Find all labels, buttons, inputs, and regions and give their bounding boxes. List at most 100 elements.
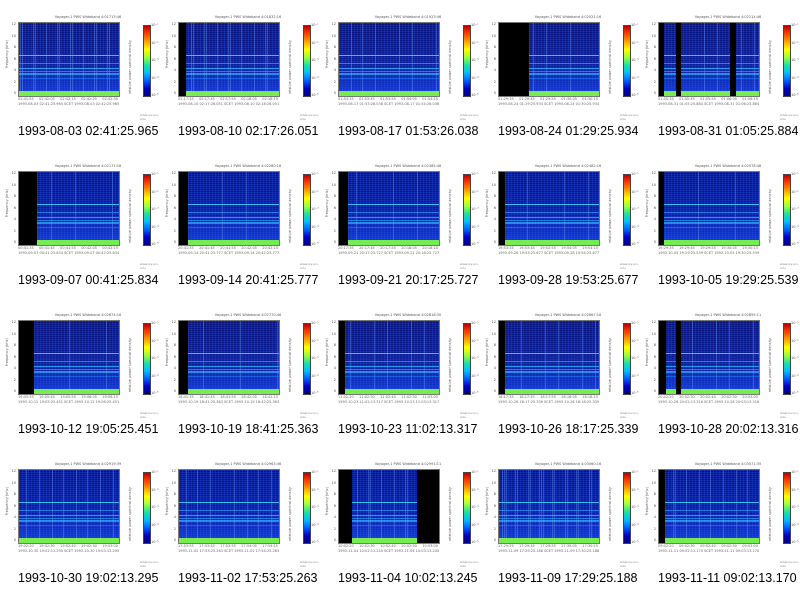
y-tick-label: 12 <box>11 22 16 26</box>
spectrogram-plot <box>338 171 440 246</box>
panel-caption[interactable]: 1993-08-31 01:05:25.884 <box>658 124 800 138</box>
panel-caption[interactable]: 1993-11-04 10:02:13.245 <box>338 571 480 585</box>
x-axis-range-label: 1993-08-31 01:05:25.884 SCET 1993-08-31 … <box>658 102 760 106</box>
interference-streak <box>405 470 406 543</box>
emission-band <box>659 217 759 219</box>
emission-band <box>499 212 599 213</box>
interference-streak <box>206 23 207 96</box>
panel-title: Voyager-1 PWS Wideband 4:02991:11 <box>374 462 442 466</box>
emission-band <box>659 353 759 355</box>
emission-band <box>499 510 599 511</box>
spectrogram-panel: Voyager-1 PWS Wideband 4:01923:46 Frequen… <box>320 0 480 149</box>
panel-caption[interactable]: 1993-09-07 00:41:25.834 <box>18 273 160 287</box>
y-tick-label: 4 <box>13 366 16 370</box>
panel-caption[interactable]: 1993-08-10 02:17:26.051 <box>178 124 320 138</box>
panel-caption[interactable]: 1993-11-02 17:53:25.263 <box>178 571 320 585</box>
interference-streak <box>541 470 542 543</box>
y-tick-label: 12 <box>331 171 336 175</box>
credit-text: www.ivv-sci-edu <box>300 113 319 121</box>
panel-caption[interactable]: 1993-10-05 19:29:25.539 <box>658 273 800 287</box>
y-tick-label: 10 <box>171 182 176 187</box>
y-tick-label: 2 <box>13 79 16 84</box>
emission-band <box>179 222 279 224</box>
colorbar-tick-label: 10⁻² <box>631 40 639 45</box>
interference-streak <box>96 23 97 96</box>
y-axis-ticks: 12 10 8 6 4 2 0 <box>328 320 336 393</box>
y-axis-ticks: 12 10 8 6 4 2 0 <box>488 320 496 393</box>
y-tick-label: 4 <box>173 515 176 519</box>
panel-caption[interactable]: 1993-08-17 01:53:26.038 <box>338 124 480 138</box>
emission-band <box>19 537 119 543</box>
interference-streak <box>217 23 218 96</box>
colorbar <box>783 174 791 246</box>
emission-band <box>19 376 119 378</box>
emission-band <box>659 68 759 70</box>
interference-streak <box>204 23 205 96</box>
interference-streak <box>69 321 70 394</box>
y-tick-label: 0 <box>333 389 336 393</box>
x-axis-range-label: 1993-11-02 17:53:25.263 SCET 1993-11-02 … <box>178 549 280 553</box>
interference-streak <box>710 470 711 543</box>
interference-streak <box>63 470 64 543</box>
colorbar-label: relative power spectral density <box>608 40 612 95</box>
credit-text: www.ivv-sci-edu <box>620 411 639 419</box>
emission-band <box>339 55 439 57</box>
y-tick-label: 10 <box>491 331 496 336</box>
panel-caption[interactable]: 1993-09-28 19:53:25.677 <box>498 273 640 287</box>
panel-caption[interactable]: 1993-08-24 01:29:25.934 <box>498 124 640 138</box>
panel-title: Voyager-1 PWS Wideband 4:02385:46 <box>374 164 442 168</box>
colorbar-tick-label: 10⁻⁵ <box>311 242 319 246</box>
x-axis-range-label: 1993-11-09 17:29:25.188 SCET 1993-11-09 … <box>498 549 600 553</box>
spectrogram-plot <box>498 171 600 246</box>
interference-streak <box>350 321 351 394</box>
x-axis-range-label: 1993-08-03 02:41:25.965 SCET 1993-08-03 … <box>18 102 120 106</box>
panel-caption[interactable]: 1993-10-12 19:05:25.451 <box>18 422 160 436</box>
colorbar-tick-label: 10⁻¹ <box>631 23 639 27</box>
emission-band <box>19 68 119 70</box>
panel-caption[interactable]: 1993-09-21 20:17:25.727 <box>338 273 480 287</box>
panel-caption[interactable]: 1993-10-23 11:02:13.317 <box>338 422 480 436</box>
panel-caption[interactable]: 1993-11-09 17:29:25.188 <box>498 571 640 585</box>
colorbar-tick-label: 10⁻³ <box>151 505 159 509</box>
colorbar-tick-label: 10⁻⁵ <box>471 93 479 97</box>
spectrogram-panel: Voyager-1 PWS Wideband 4:02867:16 Frequen… <box>480 298 640 447</box>
y-tick-label: 4 <box>333 515 336 519</box>
panel-title: Voyager-1 PWS Wideband 4:02770:46 <box>214 313 282 317</box>
panel-caption[interactable]: 1993-10-28 20:02:13.316 <box>658 422 800 436</box>
interference-streak <box>576 470 577 543</box>
y-tick-label: 8 <box>493 194 496 198</box>
y-tick-label: 12 <box>171 469 176 473</box>
colorbar-tick-label: 10⁻³ <box>471 58 479 62</box>
colorbar-tick-label: 10⁻¹ <box>791 321 799 325</box>
panel-caption[interactable]: 1993-08-03 02:41:25.965 <box>18 124 160 138</box>
colorbar <box>143 174 151 246</box>
panel-caption[interactable]: 1993-10-26 18:17:25.339 <box>498 422 640 436</box>
colorbar-ticks: 10⁻¹ 10⁻² 10⁻³ 10⁻⁴ 10⁻⁵ <box>791 470 799 544</box>
colorbar-label: relative power spectral density <box>768 40 772 95</box>
panel-caption[interactable]: 1993-10-19 18:41:25.363 <box>178 422 320 436</box>
y-tick-label: 8 <box>493 492 496 496</box>
colorbar-tick-label: 10⁻⁵ <box>631 242 639 246</box>
emission-band <box>179 537 279 543</box>
spectrogram-noise <box>659 23 759 96</box>
spectrogram-plot <box>178 22 280 97</box>
colorbar-tick-label: 10⁻² <box>791 487 799 492</box>
y-tick-label: 2 <box>333 526 336 531</box>
data-gap <box>659 23 664 96</box>
panel-title: Voyager-1 PWS Wideband 4:02963:46 <box>214 462 282 466</box>
panel-caption[interactable]: 1993-10-30 19:02:13.295 <box>18 571 160 585</box>
y-tick-label: 10 <box>491 182 496 187</box>
colorbar-label: relative power spectral density <box>128 487 132 542</box>
colorbar-tick-label: 10⁻⁴ <box>151 75 159 80</box>
panel-caption[interactable]: 1993-11-11 09:02:13.170 <box>658 571 800 585</box>
y-tick-label: 10 <box>331 182 336 187</box>
y-tick-label: 2 <box>653 377 656 382</box>
panel-title: Voyager-1 PWS Wideband 4:02280:16 <box>214 164 282 168</box>
emission-band <box>659 369 759 370</box>
interference-streak <box>247 470 248 543</box>
panel-caption[interactable]: 1993-09-14 20:41:25.777 <box>178 273 320 287</box>
emission-band <box>339 71 439 72</box>
spectrogram-plot <box>18 171 120 246</box>
interference-streak <box>564 172 565 245</box>
spectrogram-plot <box>18 469 120 544</box>
